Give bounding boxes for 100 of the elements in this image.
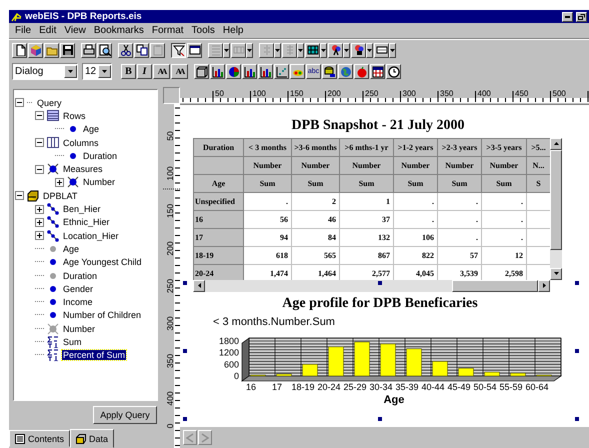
header-cell [194, 156, 244, 174]
expander-icon[interactable] [35, 218, 44, 227]
scroll-thumb[interactable] [550, 150, 562, 250]
menu-item[interactable]: Format [148, 25, 188, 36]
tree-item[interactable]: Gender [62, 284, 94, 294]
menu-item[interactable]: Help [218, 25, 248, 36]
tree-item[interactable]: Age [82, 124, 100, 134]
menu-item[interactable]: Tools [188, 25, 219, 36]
scroll-left-button[interactable] [193, 280, 205, 292]
toolbar-button[interactable] [171, 42, 186, 58]
ruler-label: 500 [552, 89, 566, 98]
table-cell: . [438, 228, 482, 246]
dropdown-button[interactable] [389, 42, 396, 58]
axis-title: Age [384, 394, 404, 406]
tree-item[interactable]: Number [82, 177, 116, 188]
column-header: >5... [526, 138, 550, 156]
printer-icon [82, 44, 94, 56]
chart-bar [406, 348, 422, 376]
tree-item[interactable]: DPBLAT [42, 190, 78, 201]
font-dropdown[interactable]: Dialog [12, 63, 78, 80]
table-cell: 565 [292, 246, 340, 264]
menu-item[interactable]: View [60, 25, 90, 36]
axis-tick-label: 35-39 [395, 382, 419, 392]
panel-tab[interactable]: Contents [9, 430, 70, 447]
expander-icon[interactable] [35, 231, 44, 240]
ruler-label: 150 [165, 204, 175, 218]
expander-icon[interactable] [35, 111, 44, 120]
toolbar-button[interactable]: AA [153, 64, 170, 79]
scroll-thumb[interactable] [452, 280, 538, 292]
selection-handle[interactable] [183, 280, 187, 285]
tree-item[interactable]: Location_Hier [62, 230, 120, 241]
dropdown-button[interactable] [246, 42, 253, 58]
selection-handle[interactable] [575, 280, 579, 285]
expander-icon[interactable] [35, 164, 44, 174]
dropdown-button[interactable] [297, 42, 304, 58]
tree-item[interactable]: Ethnic_Hier [62, 217, 111, 228]
dropdown-button[interactable] [223, 42, 230, 58]
nav-back-button[interactable] [183, 430, 197, 446]
expander-icon[interactable] [35, 204, 44, 214]
apply-query-button[interactable]: Apply Query [93, 406, 157, 424]
selection-handle[interactable] [183, 416, 187, 421]
toolbar-button[interactable]: AA [171, 64, 188, 79]
restore-button[interactable] [576, 12, 587, 22]
tree-item[interactable]: Age Youngest Child [62, 257, 143, 268]
bar-chart-icon [260, 66, 272, 78]
expander-icon[interactable] [15, 191, 24, 200]
table-cell: 822 [394, 246, 438, 264]
table-cell: . [482, 228, 526, 246]
dropdown-arrow-icon [224, 48, 229, 52]
scroll-right-button[interactable] [538, 280, 550, 292]
selection-handle[interactable] [575, 348, 579, 353]
arrows-icon [200, 432, 210, 443]
menu-item[interactable]: Edit [35, 25, 60, 36]
expander-icon[interactable] [15, 98, 24, 108]
dropdown-button[interactable] [343, 42, 350, 58]
dropdown-button[interactable] [320, 42, 327, 58]
chart-bar [380, 344, 396, 376]
tree-item[interactable]: Number of Children [62, 310, 142, 320]
menu-item[interactable]: Bookmarks [90, 25, 148, 36]
tree-item[interactable]: Measures [62, 164, 104, 174]
tree-item[interactable]: Ben_Hier [62, 204, 102, 214]
scroll-down-button[interactable] [550, 268, 562, 280]
expander-icon[interactable] [55, 178, 64, 187]
toolbar-button[interactable]: B [121, 64, 136, 79]
row-header: 20-24 [194, 264, 244, 280]
axis-tick-label: 1200 [218, 348, 239, 358]
expander-icon[interactable] [35, 138, 44, 148]
tree-item[interactable]: Rows [62, 110, 87, 121]
minimize-button[interactable] [562, 12, 573, 22]
tree-item[interactable]: Sum [62, 336, 83, 347]
column-header: >1-2 years [394, 138, 438, 156]
tree-item[interactable]: Columns [62, 138, 100, 148]
arrow-icon [554, 142, 558, 146]
column-header: >6 mths-1 yr [340, 138, 394, 156]
columns-icon [232, 44, 244, 56]
table-cell: 84 [292, 228, 340, 246]
tree-item[interactable]: Query [36, 98, 63, 108]
tree-item[interactable]: Percent of Sum [62, 350, 126, 360]
selection-handle[interactable] [378, 416, 382, 421]
tree-item[interactable]: Income [62, 297, 94, 308]
nav-forward-button[interactable] [198, 430, 212, 446]
selection-handle[interactable] [378, 280, 382, 285]
tree-item[interactable]: Duration [82, 150, 118, 161]
table-cell: . [482, 210, 526, 228]
table-cell: 57 [438, 246, 482, 264]
toolbar-button[interactable]: I [137, 64, 152, 79]
menu-item[interactable]: File [11, 25, 36, 36]
selection-handle[interactable] [575, 416, 579, 421]
toolbar-button[interactable] [386, 64, 401, 79]
dropdown-button[interactable] [366, 42, 373, 58]
ruler-label: 300 [165, 316, 175, 331]
panel-tab[interactable]: Data [70, 429, 114, 448]
dropdown-button[interactable] [274, 42, 281, 58]
ruler-label: 250 [165, 278, 175, 294]
selection-handle[interactable] [183, 348, 187, 353]
table-cell: . [394, 210, 438, 228]
pie-chart-icon [228, 66, 240, 78]
bar-chart-icon [212, 66, 224, 78]
size-dropdown[interactable]: 12 [82, 63, 112, 80]
scroll-up-button[interactable] [550, 138, 562, 150]
